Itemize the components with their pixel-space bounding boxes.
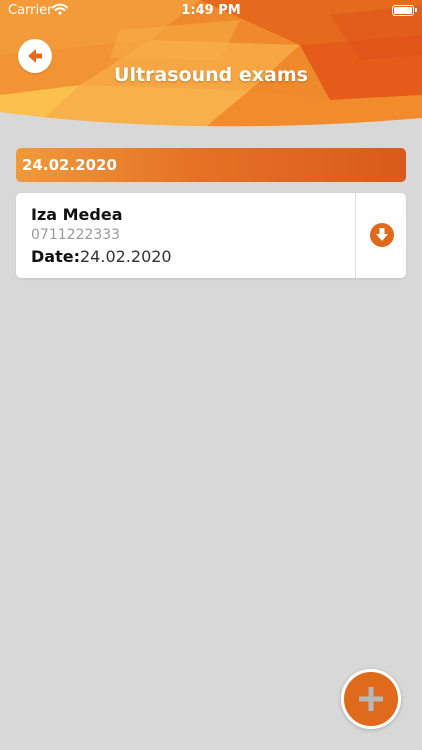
download-button[interactable] [370,223,394,247]
card-divider [355,193,356,278]
exam-date-label: Date: [31,247,80,266]
exam-date-value: 24.02.2020 [80,247,172,266]
app-header: Carrier 1:49 PM Ultrasound exams [0,0,422,132]
arrow-left-icon [28,49,42,63]
page-title: Ultrasound exams [114,64,308,86]
battery-icon [392,5,417,16]
exam-date-section-header: 24.02.2020 [16,148,406,182]
status-bar: Carrier 1:49 PM [0,0,422,22]
plus-icon [359,687,383,711]
patient-phone: 0711222333 [31,227,121,243]
add-exam-button[interactable] [341,669,401,729]
status-time: 1:49 PM [181,3,241,18]
download-icon [376,228,388,241]
exam-card[interactable]: Iza Medea 0711222333 Date: 24.02.2020 [16,193,406,278]
patient-name: Iza Medea [31,205,123,224]
